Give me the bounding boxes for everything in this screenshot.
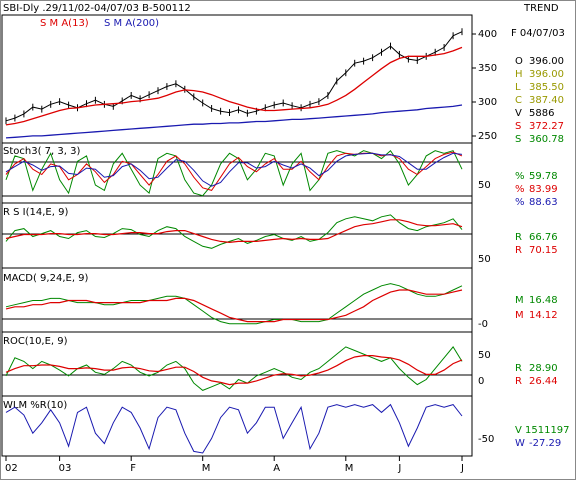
sma13-value: 372.27 bbox=[529, 121, 564, 132]
close-label: C bbox=[515, 95, 522, 106]
price-tick-400: 400 bbox=[478, 29, 497, 40]
wlm-r-label: W bbox=[515, 438, 525, 449]
macd-tick-0: -0 bbox=[478, 319, 488, 330]
stoch-s-label: % bbox=[515, 197, 525, 208]
wlm-volume-label: V bbox=[515, 425, 522, 436]
date-readout: F 04/07/03 bbox=[511, 28, 565, 39]
macd-title: MACD( 9,24,E, 9) bbox=[3, 273, 89, 284]
x-tick-label: A bbox=[273, 463, 280, 474]
wlm-tick-minus50: -50 bbox=[478, 434, 494, 445]
low-value: 385.50 bbox=[529, 82, 564, 93]
roc-avg-label: R bbox=[515, 376, 522, 387]
x-tick-label: M bbox=[345, 463, 354, 474]
sma200-value: 360.78 bbox=[529, 134, 564, 145]
macd-label: M bbox=[515, 295, 524, 306]
open-label: O bbox=[515, 56, 523, 67]
price-tick-350: 350 bbox=[478, 63, 497, 74]
chart-title: SBI-Dly .29/11/02-04/07/03 B-500112 bbox=[3, 3, 191, 14]
x-tick-label: J bbox=[397, 463, 401, 474]
roc-avg-value: 26.44 bbox=[529, 376, 558, 387]
rsi-avg-label: R bbox=[515, 245, 522, 256]
stoch-k-value: 59.78 bbox=[529, 171, 558, 182]
rsi-value: 66.76 bbox=[529, 232, 558, 243]
roc-tick-50: 50 bbox=[478, 350, 491, 361]
roc-value: 28.90 bbox=[529, 363, 558, 374]
indicator-label: TREND bbox=[523, 3, 559, 14]
legend-sma200: S M A(200) bbox=[104, 18, 159, 29]
high-label: H bbox=[515, 69, 523, 80]
price-tick-250: 250 bbox=[478, 131, 497, 142]
x-tick-label: M bbox=[202, 463, 211, 474]
macd-signal-value: 14.12 bbox=[529, 310, 558, 321]
wlm-title: WLM %R(10) bbox=[3, 400, 67, 411]
x-tick-label: F bbox=[130, 463, 136, 474]
stochastic-readouts: % 59.78 % 83.99 % 88.63 bbox=[515, 171, 558, 208]
sma13-label: S bbox=[515, 121, 521, 132]
roc-label: R bbox=[515, 363, 522, 374]
stock-chart: SBI-Dly .29/11/02-04/07/03 B-500112 TREN… bbox=[0, 0, 576, 480]
wlm-volume-value: 1511197 bbox=[525, 425, 570, 436]
stoch-s-value: 88.63 bbox=[529, 197, 558, 208]
sma200-label: S bbox=[515, 134, 521, 145]
high-value: 396.00 bbox=[529, 69, 564, 80]
x-tick-label: 02 bbox=[5, 463, 18, 474]
volume-value: 5886 bbox=[529, 108, 554, 119]
stoch-d-label: % bbox=[515, 184, 525, 195]
wlm-r-value: -27.29 bbox=[529, 438, 561, 449]
low-label: L bbox=[515, 82, 521, 93]
macd-signal-label: M bbox=[515, 310, 524, 321]
price-tick-300: 300 bbox=[478, 97, 497, 108]
rsi-label: R bbox=[515, 232, 522, 243]
close-value: 387.40 bbox=[529, 95, 564, 106]
legend-sma13: S M A(13) bbox=[40, 18, 89, 29]
roc-title: ROC(10,E, 9) bbox=[3, 336, 68, 347]
open-value: 396.00 bbox=[529, 56, 564, 67]
macd-value: 16.48 bbox=[529, 295, 558, 306]
stoch-d-value: 83.99 bbox=[529, 184, 558, 195]
rsi-tick-50: 50 bbox=[478, 254, 491, 265]
rsi-avg-value: 70.15 bbox=[529, 245, 558, 256]
x-tick-label: 03 bbox=[59, 463, 72, 474]
stochastic-tick-50: 50 bbox=[478, 180, 491, 191]
roc-tick-0: 0 bbox=[478, 376, 484, 387]
stoch-k-label: % bbox=[515, 171, 525, 182]
rsi-title: R S I(14,E, 9) bbox=[3, 207, 68, 218]
volume-label: V bbox=[515, 108, 522, 119]
x-tick-label: J bbox=[460, 463, 464, 474]
